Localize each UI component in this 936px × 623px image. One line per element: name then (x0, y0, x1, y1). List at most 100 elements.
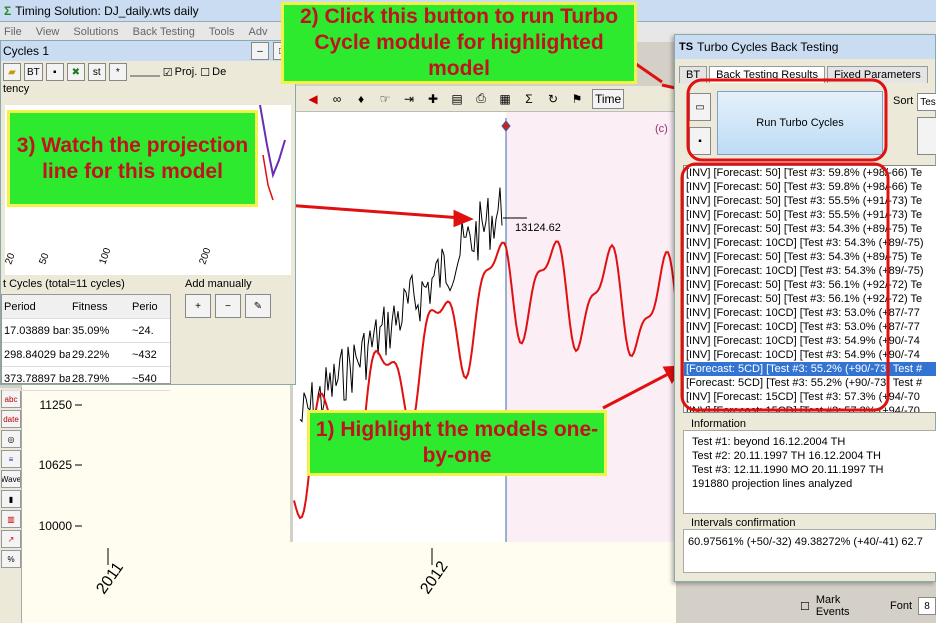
menu-back-testing[interactable]: Back Testing (133, 26, 195, 38)
cell-period-2: ~540 (132, 372, 157, 385)
callout-projection-line: 3) Watch the projection line for this mo… (7, 110, 258, 207)
palette-candles-icon[interactable]: ▥ (1, 510, 21, 528)
tc1-toolbar: ▰ BT ▪ ✖ st * ☑ Proj. ☐ De (1, 61, 295, 83)
font-size-input[interactable]: 8 (918, 597, 936, 615)
sigma-icon[interactable]: Σ (520, 90, 538, 108)
bt-button[interactable]: BT (24, 63, 43, 81)
save-icon[interactable]: ▪ (45, 63, 64, 81)
result-row[interactable]: [INV] [Forecast: 15CD] [Test #3: 57.3% (… (684, 390, 936, 404)
st-button[interactable]: st (87, 63, 106, 81)
crosshair-icon[interactable]: ✚ (424, 90, 442, 108)
pointer-icon[interactable]: ☞ (376, 90, 394, 108)
result-row[interactable]: [INV] [Forecast: 50] [Test #3: 56.1% (+9… (684, 278, 936, 292)
menu-view[interactable]: View (36, 26, 60, 38)
menu-tools[interactable]: Tools (209, 26, 235, 38)
main-window-title: Timing Solution: DJ_daily.wts daily (15, 3, 199, 18)
marker-icon[interactable]: ♦ (352, 90, 370, 108)
result-row[interactable]: [INV] [Forecast: 50] [Test #3: 56.1% (+9… (684, 292, 936, 306)
sort-select[interactable]: Tes (917, 93, 936, 111)
result-row[interactable]: [INV] [Forecast: 10CD] [Test #3: 54.3% (… (684, 264, 936, 278)
result-row[interactable]: [INV] [Forecast: 50] [Test #3: 59.8% (+9… (684, 166, 936, 180)
result-row[interactable]: [INV] [Forecast: 10CD] [Test #3: 54.9% (… (684, 334, 936, 348)
minimize-button[interactable]: – (251, 42, 269, 60)
excel-icon[interactable]: ✖ (66, 63, 85, 81)
add-cycle-button[interactable]: + (185, 294, 211, 318)
remove-cycle-button[interactable]: − (215, 294, 241, 318)
chart-icon[interactable]: ▦ (496, 90, 514, 108)
flag-icon[interactable]: ⚑ (568, 90, 586, 108)
palette-date-tool[interactable]: date (1, 410, 21, 428)
run-turbo-cycles-button[interactable]: Run Turbo Cycles (717, 91, 883, 155)
paint-icon[interactable]: ✎ (245, 294, 271, 318)
result-row[interactable]: [INV] [Forecast: 50] [Test #3: 54.3% (+8… (684, 222, 936, 236)
range-icon[interactable]: ⇥ (400, 90, 418, 108)
col-fitness[interactable]: Fitness (70, 301, 130, 313)
back-arrow-icon[interactable]: ◀ (304, 90, 322, 108)
de-label: De (212, 66, 227, 78)
tab-back-testing-results[interactable]: Back Testing Results (709, 66, 825, 83)
spectrum-x-tick: 200 (197, 246, 213, 266)
col-period[interactable]: Period (2, 301, 70, 313)
de-checkbox[interactable]: ☐ De (200, 66, 226, 79)
table-row[interactable]: 373.78897 bar 28.79% ~540 (2, 367, 170, 391)
time-button[interactable]: Time (592, 88, 625, 109)
cell-period-2: ~432 (132, 348, 157, 361)
document-icon[interactable]: ▤ (448, 90, 466, 108)
palette-phone-icon[interactable]: ▮ (1, 490, 21, 508)
tab-fixed-parameters[interactable]: Fixed Parameters (826, 66, 928, 83)
palette-text-tool[interactable]: abc (1, 390, 21, 408)
spectrum-line (259, 104, 286, 179)
tools-palette: abc date ◎ ≡ Wave ▮ ▥ ↗ % (0, 388, 22, 623)
open-file-button[interactable]: ▭ (689, 93, 711, 121)
result-row[interactable]: [INV] [Forecast: 50] [Test #3: 55.5% (+9… (684, 208, 936, 222)
x-axis-band (290, 542, 676, 623)
result-row[interactable]: [INV] [Forecast: 10CD] [Test #3: 54.3% (… (684, 236, 936, 250)
result-row[interactable]: [INV] [Forecast: 50] [Test #3: 54.3% (+8… (684, 250, 936, 264)
menu-file[interactable]: File (4, 26, 22, 38)
result-row[interactable]: [INV] [Forecast: 10CD] [Test #3: 54.9% (… (684, 348, 936, 362)
price-chart-area[interactable] (293, 112, 676, 542)
spectrum-x-tick: 20 (5, 251, 18, 266)
tab-bt[interactable]: BT (679, 66, 708, 83)
cell-fitness: 29.22% (72, 348, 110, 361)
cell-period-2: ~24. (132, 324, 154, 337)
result-row[interactable]: [INV] [Forecast: 50] [Test #3: 59.8% (+9… (684, 180, 936, 194)
results-list[interactable]: [INV] [Forecast: 50] [Test #3: 59.8% (+9… (683, 165, 936, 413)
open-folder-icon[interactable]: ▰ (3, 63, 21, 81)
result-row[interactable]: [Forecast: 5CD] [Test #3: 55.2% (+90/-73… (684, 376, 936, 390)
save-results-button[interactable]: ▪ (689, 127, 711, 155)
table-row[interactable]: 298.84029 bar 29.22% ~432 (2, 343, 170, 367)
col-period-2[interactable]: Perio (130, 301, 170, 313)
y-tick-label: 11250 (40, 398, 73, 412)
table-row[interactable]: 17.03889 bars 35.09% ~24. (2, 319, 170, 343)
glasses-icon[interactable]: ∞ (328, 90, 346, 108)
proj-checkbox[interactable]: ☑ Proj. (163, 66, 198, 79)
status-area: ☐ Mark Events Font 8 (800, 594, 936, 618)
slider[interactable] (129, 68, 160, 77)
bt-title-bar: TS Turbo Cycles Back Testing (675, 35, 935, 59)
add-manually-label: Add manually (185, 278, 252, 290)
mark-events-checkbox[interactable]: ☐ (800, 600, 810, 613)
result-row[interactable]: [INV] [Forecast: 50] [Test #3: 55.5% (+9… (684, 194, 936, 208)
result-row[interactable]: [INV] [Forecast: 10CD] [Test #3: 53.0% (… (684, 306, 936, 320)
menu-adv[interactable]: Adv (249, 26, 268, 38)
x-tick-label: 2012 (417, 558, 451, 597)
y-tick-label: 10625 (39, 458, 73, 472)
print-icon[interactable]: ⎙ (472, 90, 490, 108)
star-button[interactable]: * (108, 63, 127, 81)
refresh-icon[interactable]: ↻ (544, 90, 562, 108)
tc1-subtitle: tency (3, 83, 30, 95)
result-row[interactable]: [INV] [Forecast: 10CD] [Test #3: 53.0% (… (684, 320, 936, 334)
result-row[interactable]: [Forecast: 5CD] [Test #3: 55.2% (+90/-73… (684, 362, 936, 376)
cycles-table: Period Fitness Perio 17.03889 bars 35.09… (1, 294, 171, 391)
intervals-label: Intervals confirmation (691, 517, 796, 529)
palette-lines-icon[interactable]: ≡ (1, 450, 21, 468)
side-button[interactable] (917, 117, 936, 155)
add-manually-panel: Add manually + − ✎ (181, 278, 291, 378)
menu-solutions[interactable]: Solutions (73, 26, 118, 38)
palette-trend-icon[interactable]: ↗ (1, 530, 21, 548)
palette-target-icon[interactable]: ◎ (1, 430, 21, 448)
palette-wave-tool[interactable]: Wave (1, 470, 21, 488)
result-row[interactable]: [INV] [Forecast: 15CD] [Test #3: 57.3% (… (684, 404, 936, 412)
palette-percent-tool[interactable]: % (1, 550, 21, 568)
